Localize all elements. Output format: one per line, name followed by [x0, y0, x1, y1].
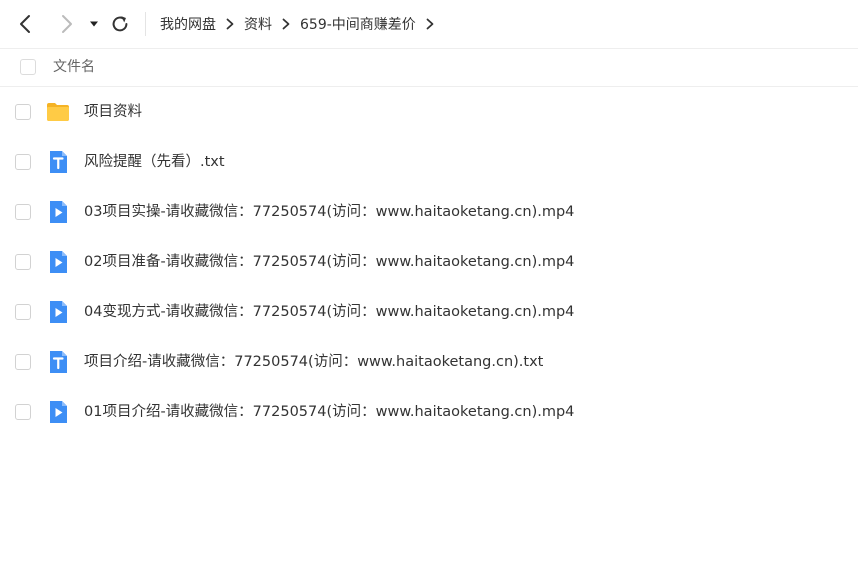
breadcrumb-item-my-drive[interactable]: 我的网盘: [160, 14, 216, 34]
list-item[interactable]: 04变现方式-请收藏微信：77250574(访问：www.haitaoketan…: [0, 287, 858, 337]
row-checkbox[interactable]: [15, 154, 31, 170]
list-item[interactable]: 项目介绍-请收藏微信：77250574(访问：www.haitaoketang.…: [0, 337, 858, 387]
refresh-icon: [112, 16, 128, 32]
forward-button[interactable]: [54, 12, 78, 36]
text-file-icon: [50, 151, 67, 173]
refresh-button[interactable]: [108, 12, 132, 36]
video-file-icon: [50, 401, 67, 423]
list-item[interactable]: 项目资料: [0, 87, 858, 137]
text-file-icon: [50, 351, 67, 373]
row-checkbox[interactable]: [15, 304, 31, 320]
file-name[interactable]: 01项目介绍-请收藏微信：77250574(访问：www.haitaoketan…: [84, 387, 574, 437]
history-dropdown-button[interactable]: [86, 14, 102, 34]
breadcrumb-item-materials[interactable]: 资料: [244, 14, 272, 34]
breadcrumb: 我的网盘 资料 659-中间商赚差价: [160, 0, 444, 48]
folder-icon: [47, 103, 69, 121]
chevron-right-icon: [216, 14, 244, 34]
list-header: 文件名: [0, 49, 858, 87]
file-name[interactable]: 项目资料: [84, 87, 142, 137]
breadcrumb-item-current-folder[interactable]: 659-中间商赚差价: [300, 14, 416, 34]
column-header-filename[interactable]: 文件名: [53, 49, 95, 86]
row-checkbox[interactable]: [15, 204, 31, 220]
caret-down-icon: [90, 21, 98, 27]
file-list: 项目资料 风险提醒（先看）.txt 03项目实操-请收藏微信：77250574(…: [0, 87, 858, 437]
list-item[interactable]: 风险提醒（先看）.txt: [0, 137, 858, 187]
row-checkbox[interactable]: [15, 104, 31, 120]
toolbar-divider: [145, 12, 146, 36]
select-all-checkbox[interactable]: [20, 59, 36, 75]
file-name[interactable]: 04变现方式-请收藏微信：77250574(访问：www.haitaoketan…: [84, 287, 574, 337]
chevron-right-icon: [416, 14, 444, 34]
list-item[interactable]: 03项目实操-请收藏微信：77250574(访问：www.haitaoketan…: [0, 187, 858, 237]
video-file-icon: [50, 301, 67, 323]
chevron-right-icon: [272, 14, 300, 34]
toolbar: 我的网盘 资料 659-中间商赚差价: [0, 0, 858, 49]
file-name[interactable]: 02项目准备-请收藏微信：77250574(访问：www.haitaoketan…: [84, 237, 574, 287]
chevron-left-icon: [20, 15, 30, 33]
video-file-icon: [50, 251, 67, 273]
row-checkbox[interactable]: [15, 404, 31, 420]
video-file-icon: [50, 201, 67, 223]
file-name[interactable]: 风险提醒（先看）.txt: [84, 137, 225, 187]
row-checkbox[interactable]: [15, 354, 31, 370]
chevron-right-icon: [62, 15, 72, 33]
list-item[interactable]: 01项目介绍-请收藏微信：77250574(访问：www.haitaoketan…: [0, 387, 858, 437]
back-button[interactable]: [14, 12, 38, 36]
list-item[interactable]: 02项目准备-请收藏微信：77250574(访问：www.haitaoketan…: [0, 237, 858, 287]
file-name[interactable]: 项目介绍-请收藏微信：77250574(访问：www.haitaoketang.…: [84, 337, 543, 387]
row-checkbox[interactable]: [15, 254, 31, 270]
file-name[interactable]: 03项目实操-请收藏微信：77250574(访问：www.haitaoketan…: [84, 187, 574, 237]
